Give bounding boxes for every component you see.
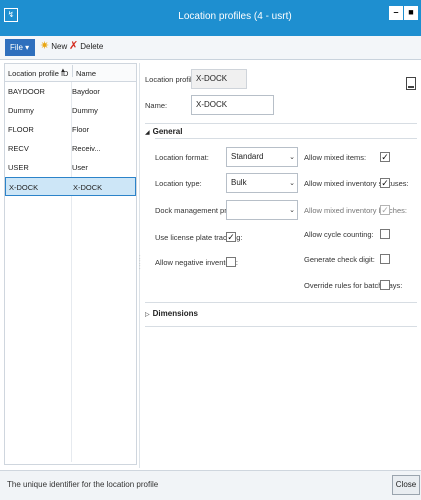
location-format-value: Standard [231, 152, 264, 161]
chevron-down-icon: ◢ [145, 130, 150, 136]
title-bar: ↯ Location profiles (4 - usrt) – ■ [0, 0, 421, 36]
general-section-title: General [152, 127, 183, 136]
new-button[interactable]: ✷ New [40, 40, 68, 52]
dimensions-section-header[interactable]: ▷ Dimensions [145, 309, 415, 318]
checkmark-icon: ✓ [381, 205, 389, 215]
window-title: Location profiles (4 - usrt) [178, 11, 292, 22]
gen-check-label: Generate check digit: [304, 255, 375, 264]
splitter-grip-icon[interactable]: ::: [139, 255, 141, 271]
row-id: Dummy [8, 106, 34, 115]
allow-cycle-checkbox[interactable] [380, 229, 390, 239]
checkmark-icon: ✓ [381, 178, 389, 188]
section-underline [155, 138, 417, 139]
file-menu-label: File [10, 43, 23, 52]
row-name: Receiv... [72, 144, 101, 153]
table-row[interactable]: FLOOR Floor [5, 120, 136, 139]
name-label: Name: [145, 101, 168, 110]
allow-mixed-batches-label: Allow mixed inventory batches: [304, 206, 407, 215]
table-row[interactable]: Dummy Dummy [5, 101, 136, 120]
checkmark-icon: ✓ [227, 232, 235, 242]
table-row[interactable]: USER User [5, 158, 136, 177]
status-text: The unique identifier for the location p… [7, 480, 159, 489]
allow-mixed-items-checkbox[interactable]: ✓ [380, 152, 390, 162]
allow-mixed-items-label: Allow mixed items: [304, 153, 367, 162]
sort-ascending-icon: ▲ [60, 68, 66, 74]
chevron-down-icon[interactable]: ⌄ [289, 175, 295, 193]
location-profile-grid: Location profile ID ▲ Name BAYDOOR Baydo… [4, 63, 137, 465]
maximize-button[interactable]: ■ [404, 6, 418, 20]
row-name: Floor [72, 125, 90, 134]
section-divider [145, 123, 417, 124]
location-type-select[interactable]: Bulk ⌄ [226, 173, 298, 193]
chevron-down-icon[interactable]: ⌄ [289, 202, 295, 220]
location-type-label: Location type: [155, 179, 202, 188]
location-format-label: Location format: [155, 153, 209, 162]
minimize-button[interactable]: – [389, 6, 403, 20]
gen-check-checkbox[interactable] [380, 254, 390, 264]
section-divider [145, 326, 417, 327]
delete-button-label: Delete [80, 41, 104, 51]
delete-button[interactable]: ✗ Delete [69, 40, 104, 52]
new-button-label: New [51, 41, 68, 51]
dimensions-section-title: Dimensions [152, 309, 198, 318]
table-row[interactable]: RECV Receiv... [5, 139, 136, 158]
document-icon[interactable] [406, 77, 416, 90]
grid-header: Location profile ID ▲ Name [5, 64, 136, 82]
table-row[interactable]: BAYDOOR Baydoor [5, 82, 136, 101]
row-name: X-DOCK [73, 183, 103, 192]
chevron-right-icon: ▷ [145, 312, 150, 318]
use-lp-checkbox[interactable]: ✓ [226, 232, 236, 242]
name-field[interactable]: X-DOCK [191, 95, 274, 115]
profile-id-field[interactable]: X-DOCK [191, 69, 247, 89]
close-button[interactable]: Close [392, 475, 420, 495]
allow-neg-checkbox[interactable] [226, 257, 236, 267]
allow-mixed-batches-checkbox: ✓ [380, 205, 390, 215]
chevron-down-icon: ▾ [25, 43, 30, 52]
table-row-selected[interactable]: X-DOCK X-DOCK [5, 177, 136, 196]
allow-mixed-status-checkbox[interactable]: ✓ [380, 178, 390, 188]
status-bar: The unique identifier for the location p… [0, 470, 421, 500]
file-menu-button[interactable]: File ▾ [5, 39, 35, 56]
row-id: RECV [8, 144, 29, 153]
location-format-select[interactable]: Standard ⌄ [226, 147, 298, 167]
app-icon: ↯ [4, 8, 18, 22]
column-header-name[interactable]: Name [72, 65, 96, 78]
row-name: User [72, 163, 88, 172]
row-id: USER [8, 163, 29, 172]
delete-x-icon: ✗ [69, 40, 79, 52]
override-checkbox[interactable] [380, 280, 390, 290]
section-divider [145, 302, 417, 303]
allow-mixed-status-label: Allow mixed inventory statuses: [304, 179, 409, 188]
location-type-value: Bulk [231, 178, 247, 187]
general-section-header[interactable]: ◢ General [145, 127, 415, 136]
row-name: Dummy [72, 106, 98, 115]
row-id: FLOOR [8, 125, 34, 134]
action-pane: File ▾ ✷ New ✗ Delete [0, 36, 421, 90]
checkmark-icon: ✓ [381, 152, 389, 162]
row-name: Baydoor [72, 87, 100, 96]
new-star-icon: ✷ [40, 40, 50, 52]
row-id: X-DOCK [9, 183, 39, 192]
allow-cycle-label: Allow cycle counting: [304, 230, 374, 239]
chevron-down-icon[interactable]: ⌄ [289, 149, 295, 167]
row-id: BAYDOOR [8, 87, 45, 96]
dock-profile-select[interactable]: ⌄ [226, 200, 298, 220]
